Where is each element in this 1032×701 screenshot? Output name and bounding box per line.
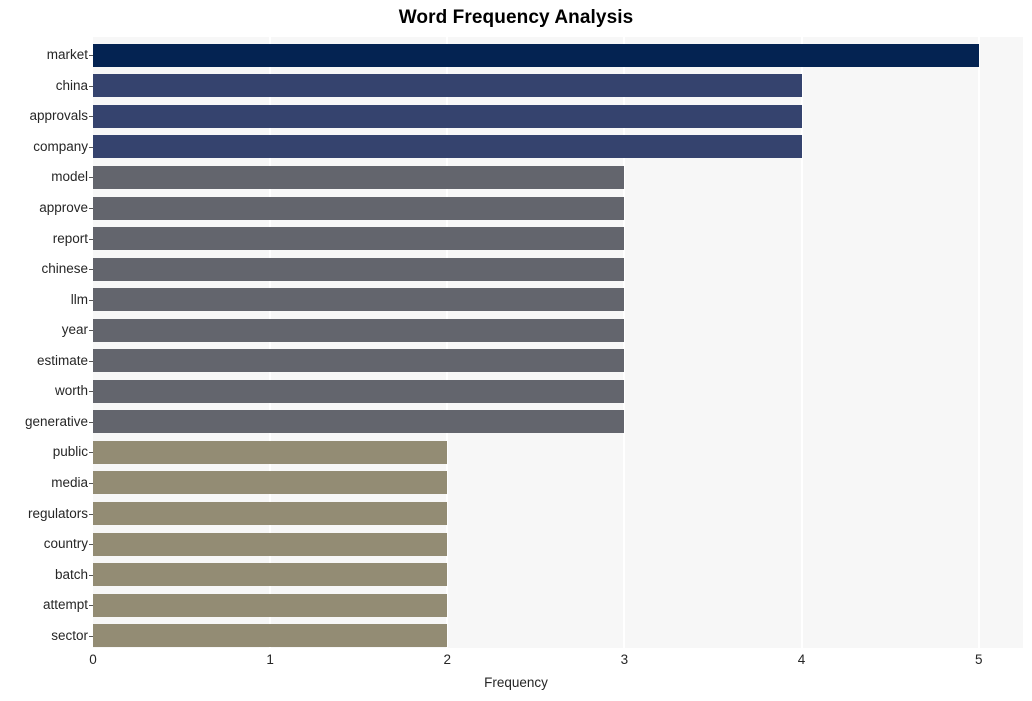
y-tick-label: batch [54,566,88,582]
y-tick-label: market [46,47,88,63]
bar[interactable] [93,379,625,403]
x-tick-label: 1 [266,652,274,667]
bar[interactable] [93,135,802,159]
y-tick-mark [89,391,93,393]
bar[interactable] [93,349,625,373]
y-tick-mark [89,55,93,57]
bar[interactable] [93,227,625,251]
y-tick-mark [89,299,93,301]
y-tick-label: generative [24,413,88,429]
y-axis: market china approvals company model approve r… [0,37,93,648]
bar[interactable] [93,563,448,587]
bar[interactable] [93,43,979,67]
y-tick-label: model [51,169,88,185]
y-tick-label: llm [70,291,88,307]
y-tick-label: company [33,138,88,154]
bar[interactable] [93,165,625,189]
gridline-x-2 [446,37,449,648]
bar[interactable] [93,410,625,434]
x-tick-label: 0 [89,652,97,667]
word-frequency-chart-figure: Word Frequency Analysis market china appro… [0,0,1032,701]
y-tick-mark [89,116,93,118]
y-tick-mark [89,452,93,454]
bar[interactable] [93,74,802,98]
x-tick-label: 3 [620,652,629,667]
y-tick-mark [89,146,93,148]
y-tick-mark [89,269,93,271]
y-tick-label: approvals [29,108,88,124]
bar[interactable] [93,624,448,648]
bar[interactable] [93,502,448,526]
y-tick-mark [89,544,93,546]
bar[interactable] [93,471,448,495]
y-tick-label: public [52,444,88,460]
y-tick-mark [89,330,93,332]
y-tick-mark [89,574,93,576]
gridline-x-4 [800,37,803,648]
gridline-x-1 [269,37,272,648]
bar[interactable] [93,532,448,556]
y-tick-mark [89,482,93,484]
y-tick-label: attempt [42,597,88,613]
x-tick-label: 2 [443,652,452,667]
x-axis-tick-labels: 0 1 2 3 4 5 [0,652,1032,674]
bar[interactable] [93,440,448,464]
y-tick-mark [89,238,93,240]
y-tick-mark [89,85,93,87]
bar[interactable] [93,257,625,281]
y-tick-label: year [61,322,88,338]
y-tick-mark [89,208,93,210]
bar[interactable] [93,288,625,312]
y-tick-mark [89,513,93,515]
y-tick-label: country [43,536,88,552]
x-axis-title: Frequency [484,675,548,690]
y-tick-mark [89,360,93,362]
y-tick-label: media [51,474,88,490]
y-tick-label: china [55,77,88,93]
gridline-x-5 [977,37,980,648]
y-tick-label: worth [54,383,88,399]
bar[interactable] [93,593,448,617]
y-tick-label: estimate [36,352,88,368]
bar[interactable] [93,196,625,220]
y-tick-mark [89,177,93,179]
x-tick-label: 4 [797,652,806,667]
y-tick-mark [89,635,93,637]
y-tick-label: regulators [27,505,88,521]
y-tick-mark [89,421,93,423]
y-tick-label: sector [51,627,88,643]
y-tick-label: report [52,230,88,246]
plot-area [93,37,1023,648]
bar[interactable] [93,104,802,128]
y-tick-mark [89,605,93,607]
gridline-x-3 [623,37,626,648]
x-tick-label: 5 [974,652,983,667]
y-tick-label: approve [39,200,88,216]
chart-title: Word Frequency Analysis [398,7,634,28]
bar[interactable] [93,318,625,342]
y-tick-label: chinese [41,261,88,277]
